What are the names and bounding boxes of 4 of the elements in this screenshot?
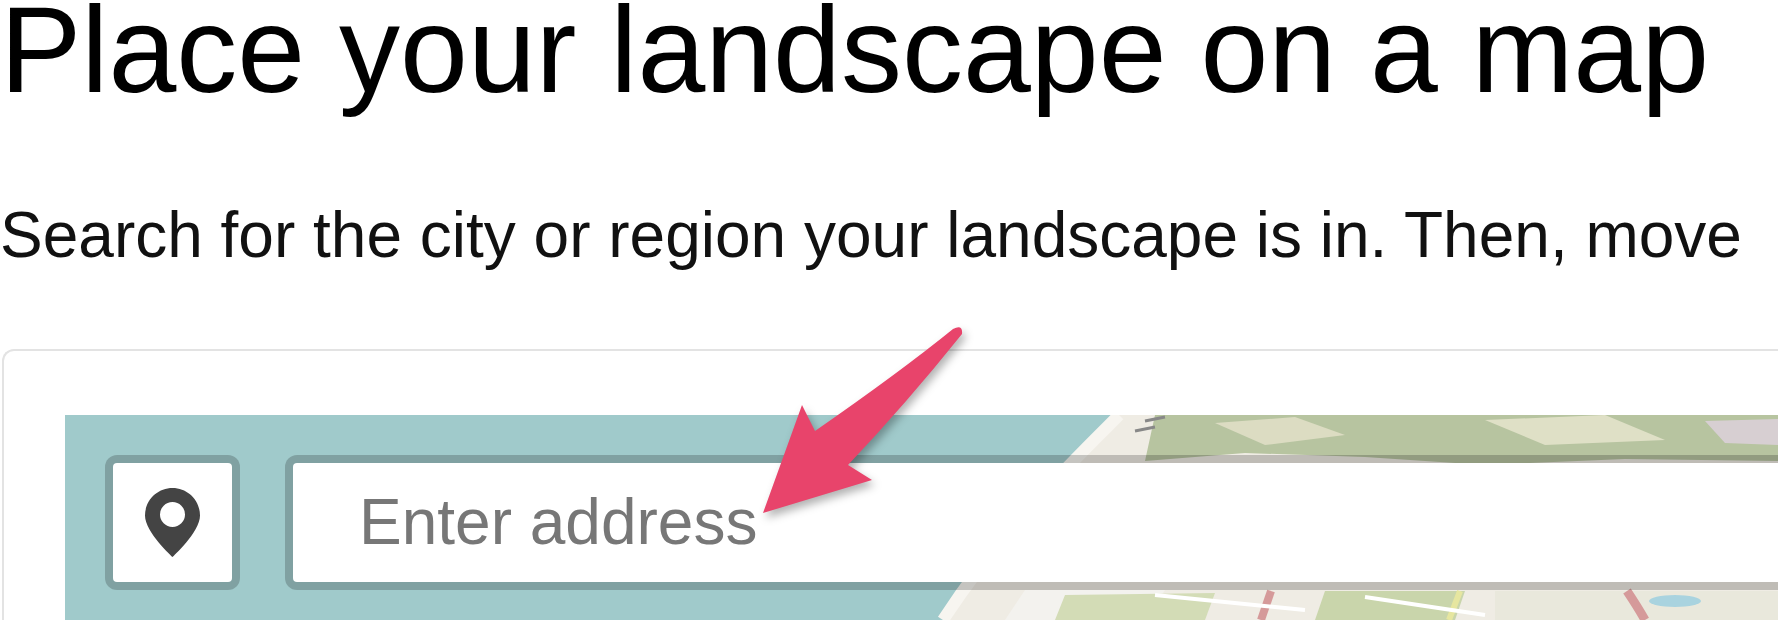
page-title: Place your landscape on a map xyxy=(0,0,1710,120)
instructions-text: Search for the city or region your landscape is in. Then, move xyxy=(0,202,1742,269)
locate-button[interactable] xyxy=(105,454,240,590)
map-pin-icon xyxy=(145,487,200,557)
